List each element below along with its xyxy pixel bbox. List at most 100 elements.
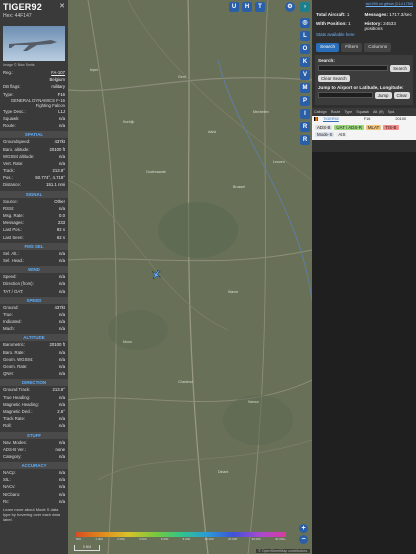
info-row-label: GENERAL DYNAMICS F-16 Fighting Falcon	[10, 97, 65, 108]
info-row: Vert. Rate: n/a	[0, 160, 68, 167]
badge-adsb: ADS-B	[315, 124, 333, 130]
stat-messages: Messages: 1717.3/sec	[364, 12, 412, 17]
tab-filters[interactable]: Filters	[341, 42, 363, 52]
aircraft-photo[interactable]	[3, 26, 65, 61]
info-row-value: 151.1 nmi	[46, 182, 65, 188]
settings-gear-icon[interactable]: ⚙	[285, 2, 295, 12]
info-row: Sel. Alt.: n/a	[0, 250, 68, 257]
column-header[interactable]: Squawk	[356, 110, 369, 114]
info-row-label: Roll:	[3, 423, 12, 429]
button-t[interactable]: T	[255, 2, 265, 12]
info-row-label: Reg.:	[3, 70, 14, 75]
info-row-value: n/a	[59, 356, 65, 362]
search-button[interactable]: Search	[390, 64, 410, 72]
tab-columns[interactable]: Columns	[364, 42, 392, 52]
info-row-label: Baro. altitude:	[3, 146, 30, 152]
registration-link[interactable]: FA-107	[51, 69, 65, 76]
info-row-value: 213.8°	[52, 168, 65, 174]
close-icon[interactable]: ✕	[59, 2, 65, 10]
info-row: RSSI: n/a	[0, 205, 68, 212]
map-button-p[interactable]: P	[300, 96, 310, 106]
info-row: QNH: n/a	[0, 370, 68, 377]
info-row-value: n/a	[59, 288, 65, 294]
info-row: Indicated: n/a	[0, 318, 68, 325]
info-row-label: Sel. Alt.:	[3, 250, 19, 256]
sidebar-toggle-icon[interactable]: ›	[300, 2, 310, 12]
info-row: Sel. Head.: n/a	[0, 257, 68, 264]
section-heading: SIGNAL	[0, 190, 68, 198]
info-row-label: NACv:	[3, 484, 16, 490]
jump-button[interactable]: Jump	[374, 91, 392, 99]
info-row-value: n/a	[59, 470, 65, 476]
info-row: Baro. Rate: n/a	[0, 349, 68, 356]
map-button-l[interactable]: L	[300, 31, 310, 41]
section-heading: SPEED	[0, 296, 68, 304]
tab-search[interactable]: Search	[316, 42, 340, 52]
info-row-value: n/a	[59, 416, 65, 422]
search-input[interactable]	[318, 65, 389, 71]
info-row-label: Direction (from):	[3, 281, 34, 287]
map-button-o[interactable]: O	[300, 44, 310, 54]
clear-search-button[interactable]: Clear Search	[318, 74, 350, 82]
button-u[interactable]: U	[229, 2, 239, 12]
info-row: Last Pos.: 92 s	[0, 226, 68, 233]
info-row: True: n/a	[0, 311, 68, 318]
info-row-label: Speed:	[3, 274, 17, 280]
column-header[interactable]: Callsign	[314, 110, 327, 114]
info-row-value: 62 s	[56, 234, 65, 240]
info-row-label: NACp:	[3, 470, 16, 476]
map-view[interactable]: Ieper Kortrijk Gent Oudenaarde Aalst Bru…	[68, 0, 312, 554]
info-row-value: 233	[57, 220, 65, 226]
place-label: Mons	[123, 340, 132, 344]
stat-history: History: 24533 positions	[364, 20, 396, 32]
zoom-out-button[interactable]: −	[299, 535, 308, 544]
info-row: DB flags: military	[0, 83, 68, 90]
info-row: Msg. Rate: 0.0	[0, 212, 68, 219]
column-header[interactable]: Route	[331, 110, 341, 114]
map-button-i[interactable]: I	[300, 109, 310, 119]
info-row-value: Other	[54, 198, 65, 204]
info-row: SIL: n/a	[0, 476, 68, 483]
info-row-value: 437kt	[54, 139, 65, 145]
info-row: NICbaro: n/a	[0, 491, 68, 498]
info-row: NACv: n/a	[0, 483, 68, 490]
legend-tick: 30 000	[251, 537, 261, 541]
map-button-r[interactable]: R	[300, 135, 310, 145]
info-row: Mach: n/a	[0, 325, 68, 332]
row-callsign[interactable]: TIGER92	[323, 117, 339, 121]
info-row-label: Type Desc.:	[3, 108, 26, 114]
info-row: Groundspeed: 437kt	[0, 138, 68, 145]
map-button-v[interactable]: V	[300, 70, 310, 80]
stat-total-aircraft: Total Aircraft: 1	[316, 12, 350, 17]
info-row: Magnetic Heading: n/a	[0, 401, 68, 408]
clear-button[interactable]: Clear	[393, 91, 410, 99]
zoom-in-button[interactable]: +	[299, 524, 308, 533]
info-row: Reg.: FA-107	[0, 69, 68, 76]
info-row: Track: 213.8°	[0, 167, 68, 174]
info-row-value: none	[55, 446, 65, 452]
badge-uat: UAT / ADS-R	[334, 124, 364, 130]
column-header[interactable]: Type	[344, 110, 352, 114]
info-row: Distance: 151.1 nmi	[0, 181, 68, 188]
info-row: Geom. Rate: n/a	[0, 363, 68, 370]
legend-tick: 8 000	[182, 537, 191, 541]
jump-input[interactable]	[318, 92, 373, 98]
button-h[interactable]: H	[242, 2, 252, 12]
info-row-label: Type:	[3, 91, 14, 97]
map-button-m[interactable]: M	[300, 83, 310, 93]
badge-tisb: TIS-B	[383, 124, 399, 130]
column-header[interactable]: Alt. (ft)	[373, 110, 384, 114]
info-row-value: n/a	[59, 394, 65, 400]
column-header[interactable]: Spd.	[388, 110, 395, 114]
aircraft-marker-icon[interactable]	[151, 270, 161, 280]
info-row-label: QNH:	[3, 371, 14, 377]
jet-silhouette-icon	[9, 40, 57, 51]
map-button-r[interactable]: R	[300, 122, 310, 132]
info-row-label: Route:	[3, 123, 16, 129]
place-label: Gent	[178, 75, 186, 79]
info-row-value: n/a	[59, 364, 65, 369]
map-layer-icon[interactable]: ◎	[300, 18, 310, 28]
map-button-k[interactable]: K	[300, 57, 310, 67]
info-row-value: n/a	[59, 439, 65, 445]
place-label: Kortrijk	[123, 120, 135, 124]
